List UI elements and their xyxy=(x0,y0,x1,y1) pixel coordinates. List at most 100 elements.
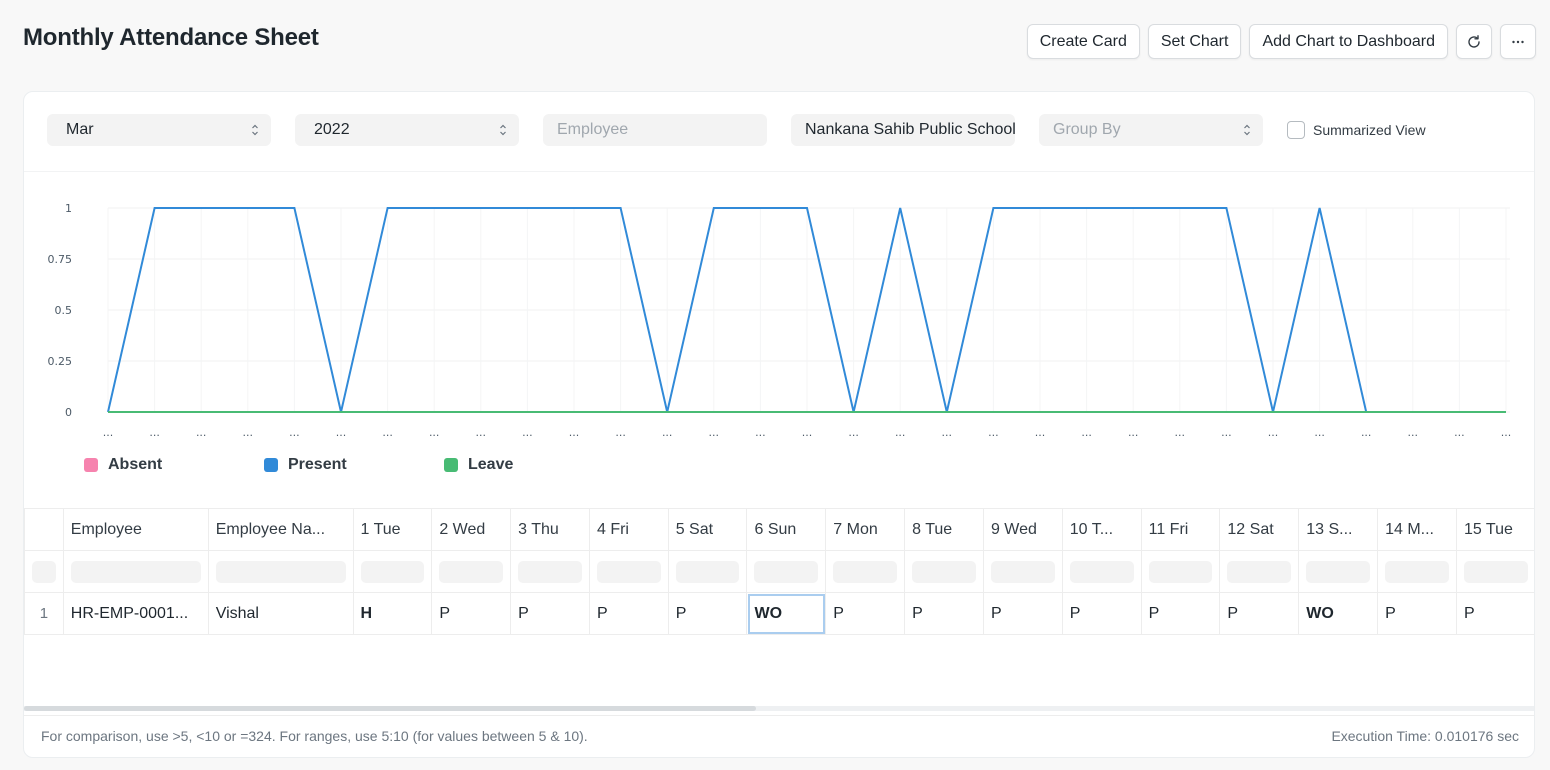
column-header[interactable]: 14 M... xyxy=(1377,508,1457,551)
column-filter-cell[interactable] xyxy=(667,550,748,593)
table-cell[interactable]: HR-EMP-0001... xyxy=(62,592,209,635)
column-header[interactable]: 4 Fri xyxy=(588,508,669,551)
legend-item-absent[interactable]: Absent xyxy=(84,456,264,474)
column-filter-cell[interactable] xyxy=(825,550,906,593)
column-filter-cell[interactable] xyxy=(1455,550,1534,593)
column-filter-input[interactable] xyxy=(833,560,898,583)
more-actions-button[interactable] xyxy=(1500,24,1536,59)
x-tick-label: ... xyxy=(802,426,813,439)
column-filter-cell[interactable] xyxy=(1377,550,1457,593)
column-header[interactable]: 12 Sat xyxy=(1219,508,1300,551)
column-header[interactable]: Employee xyxy=(62,508,209,551)
column-filter-input[interactable] xyxy=(1148,560,1213,583)
column-filter-input[interactable] xyxy=(439,560,504,583)
horizontal-scrollbar[interactable] xyxy=(24,706,1534,711)
x-tick-label: ... xyxy=(988,426,999,439)
column-filter-input[interactable] xyxy=(675,560,740,583)
column-filter-cell[interactable] xyxy=(1298,550,1379,593)
report-footer: For comparison, use >5, <10 or =324. For… xyxy=(24,715,1534,757)
table-cell[interactable]: P xyxy=(1377,592,1457,635)
column-header[interactable]: 5 Sat xyxy=(667,508,748,551)
column-filter-cell[interactable] xyxy=(352,550,433,593)
column-filter-input[interactable] xyxy=(215,560,346,583)
column-header[interactable]: 9 Wed xyxy=(982,508,1063,551)
column-filter-cell[interactable] xyxy=(62,550,209,593)
table-cell[interactable]: P xyxy=(667,592,748,635)
column-header[interactable]: 11 Fri xyxy=(1140,508,1221,551)
column-filter-cell[interactable] xyxy=(1140,550,1221,593)
refresh-button[interactable] xyxy=(1456,24,1492,59)
column-filter-input[interactable] xyxy=(360,560,425,583)
column-filter-cell[interactable] xyxy=(510,550,590,593)
column-filter-input[interactable] xyxy=(1227,560,1292,583)
legend-item-leave[interactable]: Leave xyxy=(444,456,624,474)
table-cell[interactable]: P xyxy=(982,592,1063,635)
summarized-view-toggle[interactable]: Summarized View xyxy=(1287,121,1426,139)
column-filter-input[interactable] xyxy=(912,560,976,583)
column-filter-cell[interactable] xyxy=(746,550,827,593)
column-filter-cell[interactable] xyxy=(588,550,669,593)
table-cell[interactable]: P xyxy=(1140,592,1221,635)
column-header[interactable]: 3 Thu xyxy=(510,508,590,551)
year-value: 2022 xyxy=(314,121,350,138)
attendance-table: Employee Employee Na... 1 Tue 2 Wed 3 Thu 4 F… xyxy=(24,508,1534,708)
table-cell[interactable]: P xyxy=(588,592,669,635)
company-value: Nankana Sahib Public School xyxy=(805,121,1015,138)
set-chart-button[interactable]: Set Chart xyxy=(1147,24,1242,59)
company-input[interactable]: Nankana Sahib Public School xyxy=(791,114,1015,146)
table-cell[interactable]: Vishal xyxy=(207,592,354,635)
group-by-select[interactable]: Group By xyxy=(1039,114,1263,146)
column-header[interactable]: 8 Tue xyxy=(904,508,984,551)
create-card-button[interactable]: Create Card xyxy=(1026,24,1140,59)
table-header-row: Employee Employee Na... 1 Tue 2 Wed 3 Thu 4 F… xyxy=(24,508,1534,551)
row-filter-cell[interactable] xyxy=(24,550,64,593)
table-cell[interactable]: P xyxy=(904,592,984,635)
column-header[interactable]: 2 Wed xyxy=(431,508,512,551)
column-filter-input[interactable] xyxy=(1306,560,1371,583)
table-cell[interactable]: P xyxy=(825,592,906,635)
summarized-view-checkbox[interactable] xyxy=(1287,121,1305,139)
column-filter-input[interactable] xyxy=(1385,560,1449,583)
column-filter-input[interactable] xyxy=(596,560,661,583)
column-filter-cell[interactable] xyxy=(1219,550,1300,593)
table-cell[interactable]: P xyxy=(431,592,512,635)
column-filter-input[interactable] xyxy=(1463,560,1528,583)
x-tick-label: ... xyxy=(1175,426,1186,439)
column-header[interactable]: 10 T... xyxy=(1061,508,1142,551)
employee-input[interactable]: Employee xyxy=(543,114,767,146)
legend-item-present[interactable]: Present xyxy=(264,456,444,474)
month-select[interactable]: Mar xyxy=(47,114,271,146)
column-header[interactable]: 6 Sun xyxy=(746,508,827,551)
column-filter-cell[interactable] xyxy=(1061,550,1142,593)
y-tick-label: 1 xyxy=(65,202,72,215)
column-header[interactable]: 13 S... xyxy=(1298,508,1379,551)
column-filter-cell[interactable] xyxy=(904,550,984,593)
legend-swatch xyxy=(264,458,278,472)
column-filter-cell[interactable] xyxy=(982,550,1063,593)
column-filter-input[interactable] xyxy=(990,560,1055,583)
add-chart-to-dashboard-button[interactable]: Add Chart to Dashboard xyxy=(1249,24,1448,59)
year-select[interactable]: 2022 xyxy=(295,114,519,146)
table-cell[interactable]: P xyxy=(1455,592,1534,635)
table-cell[interactable]: P xyxy=(1061,592,1142,635)
filter-hint: For comparison, use >5, <10 or =324. For… xyxy=(41,728,588,744)
table-cell[interactable]: H xyxy=(352,592,433,635)
column-header[interactable]: Employee Na... xyxy=(207,508,354,551)
column-filter-input[interactable] xyxy=(754,560,819,583)
column-header[interactable]: 7 Mon xyxy=(825,508,906,551)
column-filter-input[interactable] xyxy=(32,560,56,583)
column-filter-cell[interactable] xyxy=(431,550,512,593)
table-cell[interactable]: WO xyxy=(1298,592,1379,635)
table-cell[interactable]: P xyxy=(510,592,590,635)
table-cell[interactable]: P xyxy=(1219,592,1300,635)
column-filter-input[interactable] xyxy=(1069,560,1134,583)
column-header[interactable]: 15 Tue xyxy=(1455,508,1534,551)
table-cell[interactable]: WO xyxy=(746,592,827,635)
x-tick-label: ... xyxy=(709,426,720,439)
column-header[interactable]: 1 Tue xyxy=(352,508,433,551)
column-filter-cell[interactable] xyxy=(207,550,354,593)
column-filter-input[interactable] xyxy=(518,560,582,583)
table-row: 1 HR-EMP-0001... Vishal H P P P P WO P P P P P P WO P P xyxy=(24,592,1534,635)
scrollbar-thumb[interactable] xyxy=(24,706,756,711)
column-filter-input[interactable] xyxy=(70,560,201,583)
